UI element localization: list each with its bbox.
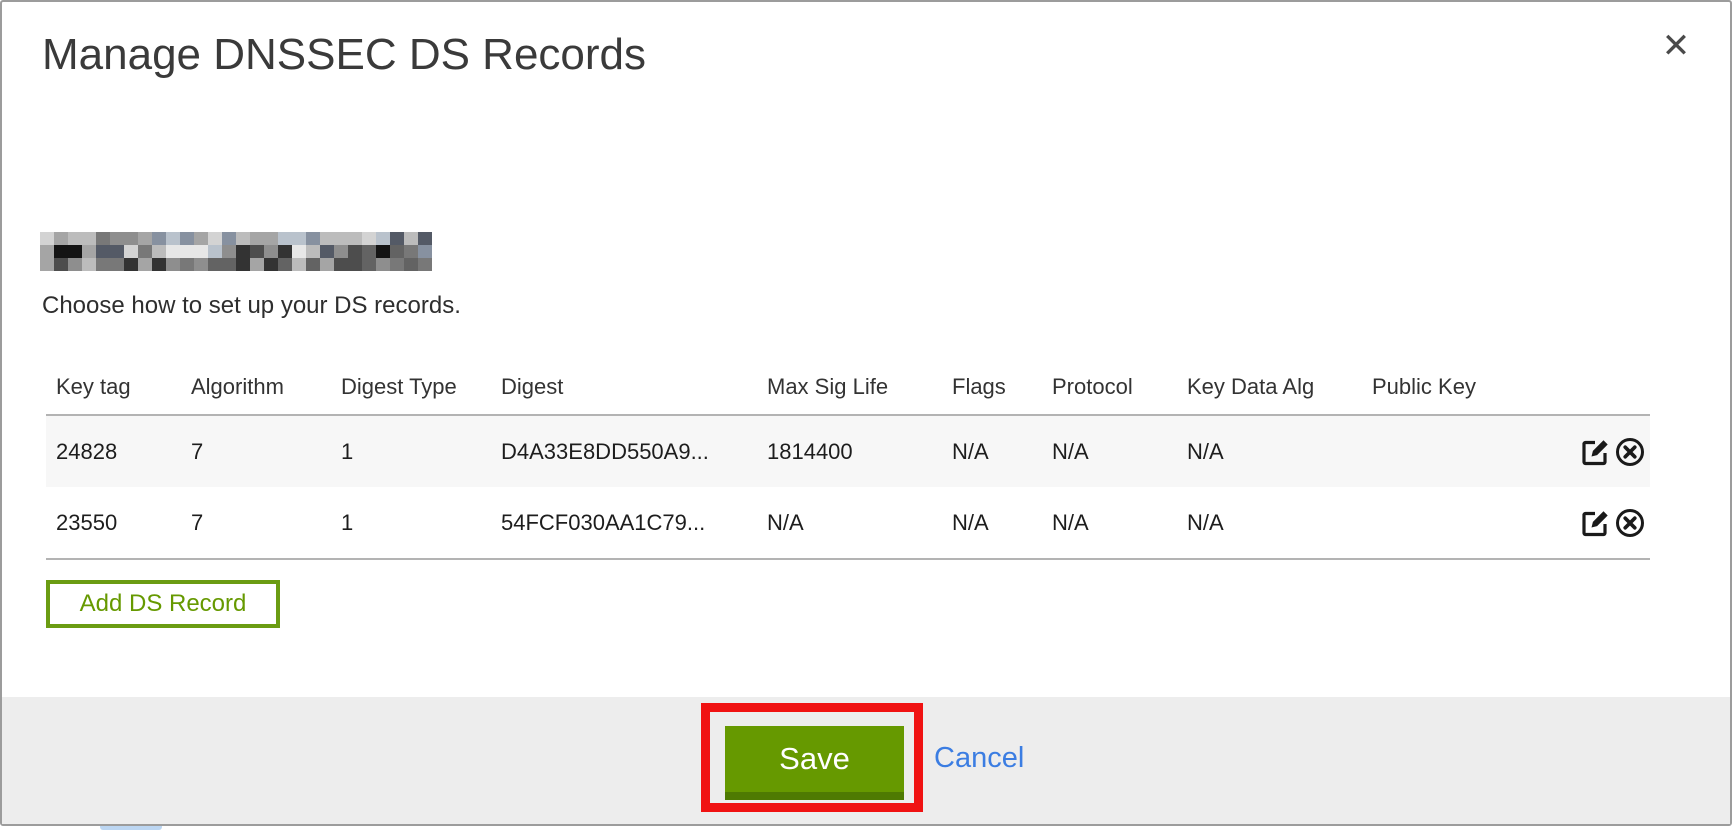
cell-max-sig-life: 1814400	[757, 439, 942, 465]
column-header-protocol: Protocol	[1042, 374, 1177, 400]
column-header-algorithm: Algorithm	[181, 374, 331, 400]
table-header-row: Key tag Algorithm Digest Type Digest Max…	[46, 360, 1650, 414]
cell-key-tag: 23550	[46, 510, 181, 536]
table-body: 24828 7 1 D4A33E8DD550A9... 1814400 N/A …	[46, 414, 1650, 560]
cell-algorithm: 7	[181, 510, 331, 536]
column-header-public-key: Public Key	[1362, 374, 1522, 400]
cell-key-tag: 24828	[46, 439, 181, 465]
close-icon[interactable]: ✕	[1654, 24, 1698, 68]
cell-flags: N/A	[942, 439, 1042, 465]
cell-digest: D4A33E8DD550A9...	[491, 439, 757, 465]
table-row: 24828 7 1 D4A33E8DD550A9... 1814400 N/A …	[46, 416, 1650, 487]
cell-protocol: N/A	[1042, 510, 1177, 536]
page-title: Manage DNSSEC DS Records	[42, 30, 646, 80]
column-header-key-data-alg: Key Data Alg	[1177, 374, 1362, 400]
save-button[interactable]: Save	[725, 726, 904, 800]
cell-algorithm: 7	[181, 439, 331, 465]
cell-digest-type: 1	[331, 510, 491, 536]
cell-digest: 54FCF030AA1C79...	[491, 510, 757, 536]
cancel-link[interactable]: Cancel	[934, 742, 1024, 775]
column-header-flags: Flags	[942, 374, 1042, 400]
redacted-domain-blur	[40, 232, 432, 271]
table-row: 23550 7 1 54FCF030AA1C79... N/A N/A N/A …	[46, 487, 1650, 558]
ds-records-table: Key tag Algorithm Digest Type Digest Max…	[46, 360, 1650, 560]
add-ds-record-button[interactable]: Add DS Record	[46, 580, 280, 628]
manage-dnssec-dialog: Manage DNSSEC DS Records ✕ Choose how to…	[0, 0, 1732, 826]
column-header-max-sig-life: Max Sig Life	[757, 374, 942, 400]
dialog-footer: Save Cancel	[2, 697, 1730, 824]
edit-record-icon[interactable]	[1579, 507, 1611, 539]
column-header-digest-type: Digest Type	[331, 374, 491, 400]
delete-record-icon[interactable]	[1614, 436, 1646, 468]
row-actions	[1522, 436, 1650, 468]
column-header-digest: Digest	[491, 374, 757, 400]
edit-record-icon[interactable]	[1579, 436, 1611, 468]
cell-key-data-alg: N/A	[1177, 439, 1362, 465]
cell-max-sig-life: N/A	[757, 510, 942, 536]
cell-flags: N/A	[942, 510, 1042, 536]
cell-digest-type: 1	[331, 439, 491, 465]
cell-key-data-alg: N/A	[1177, 510, 1362, 536]
column-header-key-tag: Key tag	[46, 374, 181, 400]
page: Manage DNSSEC DS Records ✕ Choose how to…	[0, 0, 1734, 830]
cell-protocol: N/A	[1042, 439, 1177, 465]
row-actions	[1522, 507, 1650, 539]
delete-record-icon[interactable]	[1614, 507, 1646, 539]
instruction-text: Choose how to set up your DS records.	[42, 292, 461, 320]
